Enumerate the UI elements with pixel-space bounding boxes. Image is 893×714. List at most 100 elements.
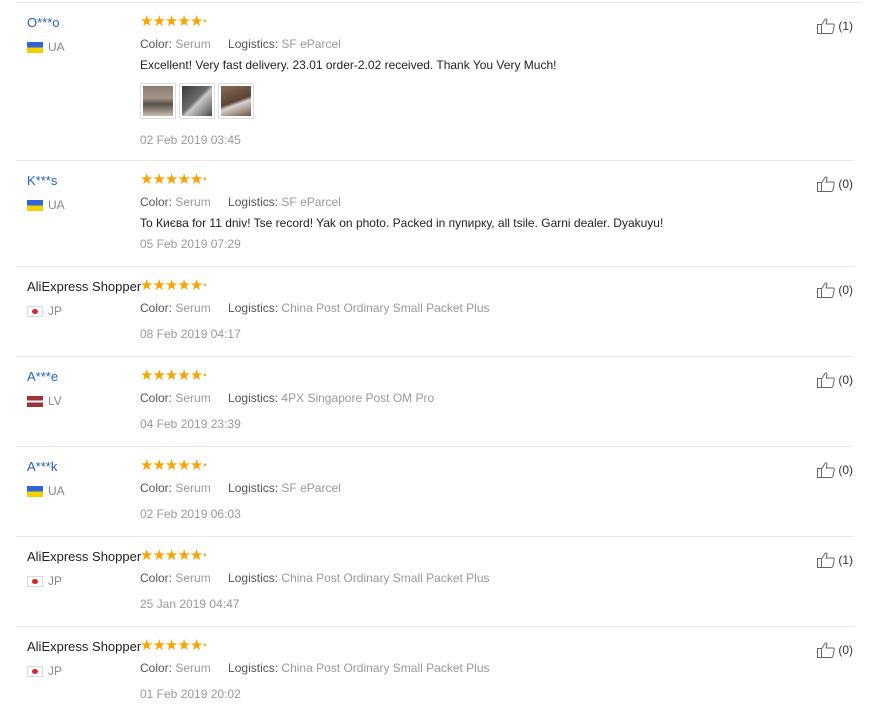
star-icon: ★: [152, 637, 166, 654]
helpful-count: (0): [838, 463, 853, 477]
star-rating: ★ ★ ★ ★ ★ •: [140, 368, 206, 383]
review-photo-thumbnail[interactable]: [218, 83, 254, 119]
reviewer-country: JP: [27, 304, 62, 318]
reviewer-country: JP: [27, 574, 62, 588]
star-icon: ★: [177, 637, 191, 654]
star-icon: ★: [164, 547, 179, 564]
star-icon: ★: [164, 367, 179, 384]
star-icon: ★: [189, 547, 204, 564]
logistics-value: 4PX Singapore Post OM Pro: [281, 391, 435, 405]
helpful-count: (0): [838, 177, 853, 191]
star-icon: ★: [189, 457, 204, 474]
logistics-value: China Post Ordinary Small Packet Plus: [281, 571, 490, 585]
review-item: A***e LV ★ ★ ★ ★ ★ • Color: Serum Logistics: …: [16, 357, 853, 447]
color-value: Serum: [175, 481, 211, 495]
star-icon: ★: [140, 171, 154, 188]
reviewer-name[interactable]: A***k: [27, 459, 57, 474]
star-icon: ★: [164, 277, 179, 294]
logistics-value: SF eParcel: [281, 481, 341, 495]
logistics-label: Logistics:: [228, 37, 279, 51]
star-icon: ★: [177, 171, 191, 188]
reviewer-name[interactable]: AliExpress Shopper: [27, 279, 141, 294]
reviewer-country: JP: [27, 664, 62, 678]
order-info: Color: Serum Logistics: China Post Ordin…: [140, 661, 490, 675]
reviewer-name[interactable]: AliExpress Shopper: [27, 549, 141, 564]
helpful-button[interactable]: (0): [816, 461, 853, 479]
review-item: O***o UA ★ ★ ★ ★ ★ • Color: Serum Logistics: …: [16, 3, 853, 161]
helpful-button[interactable]: (0): [816, 371, 853, 389]
thumbs-up-icon: [817, 372, 836, 388]
review-text: Excellent! Very fast delivery. 23.01 ord…: [140, 58, 557, 72]
star-icon: ★: [189, 277, 204, 294]
color-label: Color:: [140, 661, 173, 675]
reviewer-name[interactable]: AliExpress Shopper: [27, 639, 141, 654]
color-value: Serum: [175, 661, 211, 675]
ukraine-flag-icon: [27, 199, 43, 211]
country-code: LV: [48, 394, 62, 408]
thumbs-up-icon: [817, 282, 836, 298]
reviewer-name[interactable]: K***s: [27, 173, 57, 188]
color-label: Color:: [140, 481, 173, 495]
helpful-count: (0): [838, 643, 853, 657]
star-tail-icon: •: [203, 550, 207, 560]
helpful-button[interactable]: (0): [816, 281, 853, 299]
star-tail-icon: •: [203, 16, 207, 26]
review-photo-thumbnail[interactable]: [140, 83, 176, 119]
star-icon: ★: [152, 171, 166, 188]
star-rating: ★ ★ ★ ★ ★ •: [140, 548, 206, 563]
star-icon: ★: [140, 547, 154, 564]
japan-flag-icon: [27, 305, 43, 317]
star-tail-icon: •: [203, 460, 207, 470]
review-date: 01 Feb 2019 20:02: [140, 687, 241, 701]
review-item: AliExpress Shopper JP ★ ★ ★ ★ ★ • Color: Seru…: [16, 537, 853, 627]
order-info: Color: Serum Logistics: China Post Ordin…: [140, 571, 490, 585]
country-code: JP: [48, 664, 63, 678]
color-value: Serum: [175, 195, 211, 209]
thumbs-up-icon: [817, 18, 836, 34]
star-tail-icon: •: [203, 280, 207, 290]
star-icon: ★: [152, 547, 166, 564]
thumbs-up-icon: [817, 176, 836, 192]
star-icon: ★: [177, 13, 191, 30]
star-tail-icon: •: [203, 640, 207, 650]
star-icon: ★: [189, 13, 204, 30]
star-icon: ★: [177, 457, 191, 474]
star-icon: ★: [164, 637, 179, 654]
color-label: Color:: [140, 571, 173, 585]
country-code: JP: [48, 304, 63, 318]
helpful-button[interactable]: (1): [816, 17, 853, 35]
star-icon: ★: [189, 367, 204, 384]
japan-flag-icon: [27, 575, 43, 587]
review-item: AliExpress Shopper JP ★ ★ ★ ★ ★ • Color: Seru…: [16, 627, 853, 714]
reviewer-name[interactable]: O***o: [27, 15, 60, 30]
star-tail-icon: •: [203, 370, 207, 380]
logistics-label: Logistics:: [228, 481, 279, 495]
star-icon: ★: [152, 277, 166, 294]
star-icon: ★: [140, 637, 154, 654]
star-icon: ★: [164, 13, 179, 30]
star-icon: ★: [177, 277, 191, 294]
review-item: K***s UA ★ ★ ★ ★ ★ • Color: Serum Logistics: …: [16, 161, 853, 267]
order-info: Color: Serum Logistics: SF eParcel: [140, 37, 341, 51]
helpful-count: (0): [838, 283, 853, 297]
logistics-value: China Post Ordinary Small Packet Plus: [281, 661, 490, 675]
logistics-value: SF eParcel: [281, 195, 341, 209]
color-label: Color:: [140, 37, 173, 51]
star-icon: ★: [189, 171, 204, 188]
helpful-button[interactable]: (0): [816, 641, 853, 659]
logistics-label: Logistics:: [228, 571, 279, 585]
review-photo-thumbnail[interactable]: [179, 83, 215, 119]
helpful-button[interactable]: (1): [816, 551, 853, 569]
country-code: UA: [48, 484, 65, 498]
color-label: Color:: [140, 195, 173, 209]
color-value: Serum: [175, 571, 211, 585]
country-code: UA: [48, 198, 65, 212]
star-icon: ★: [177, 367, 191, 384]
helpful-button[interactable]: (0): [816, 175, 853, 193]
helpful-count: (1): [838, 19, 853, 33]
order-info: Color: Serum Logistics: China Post Ordin…: [140, 301, 490, 315]
reviewer-country: LV: [27, 394, 62, 408]
thumbs-up-icon: [817, 642, 836, 658]
reviewer-country: UA: [27, 484, 65, 498]
reviewer-name[interactable]: A***e: [27, 369, 58, 384]
